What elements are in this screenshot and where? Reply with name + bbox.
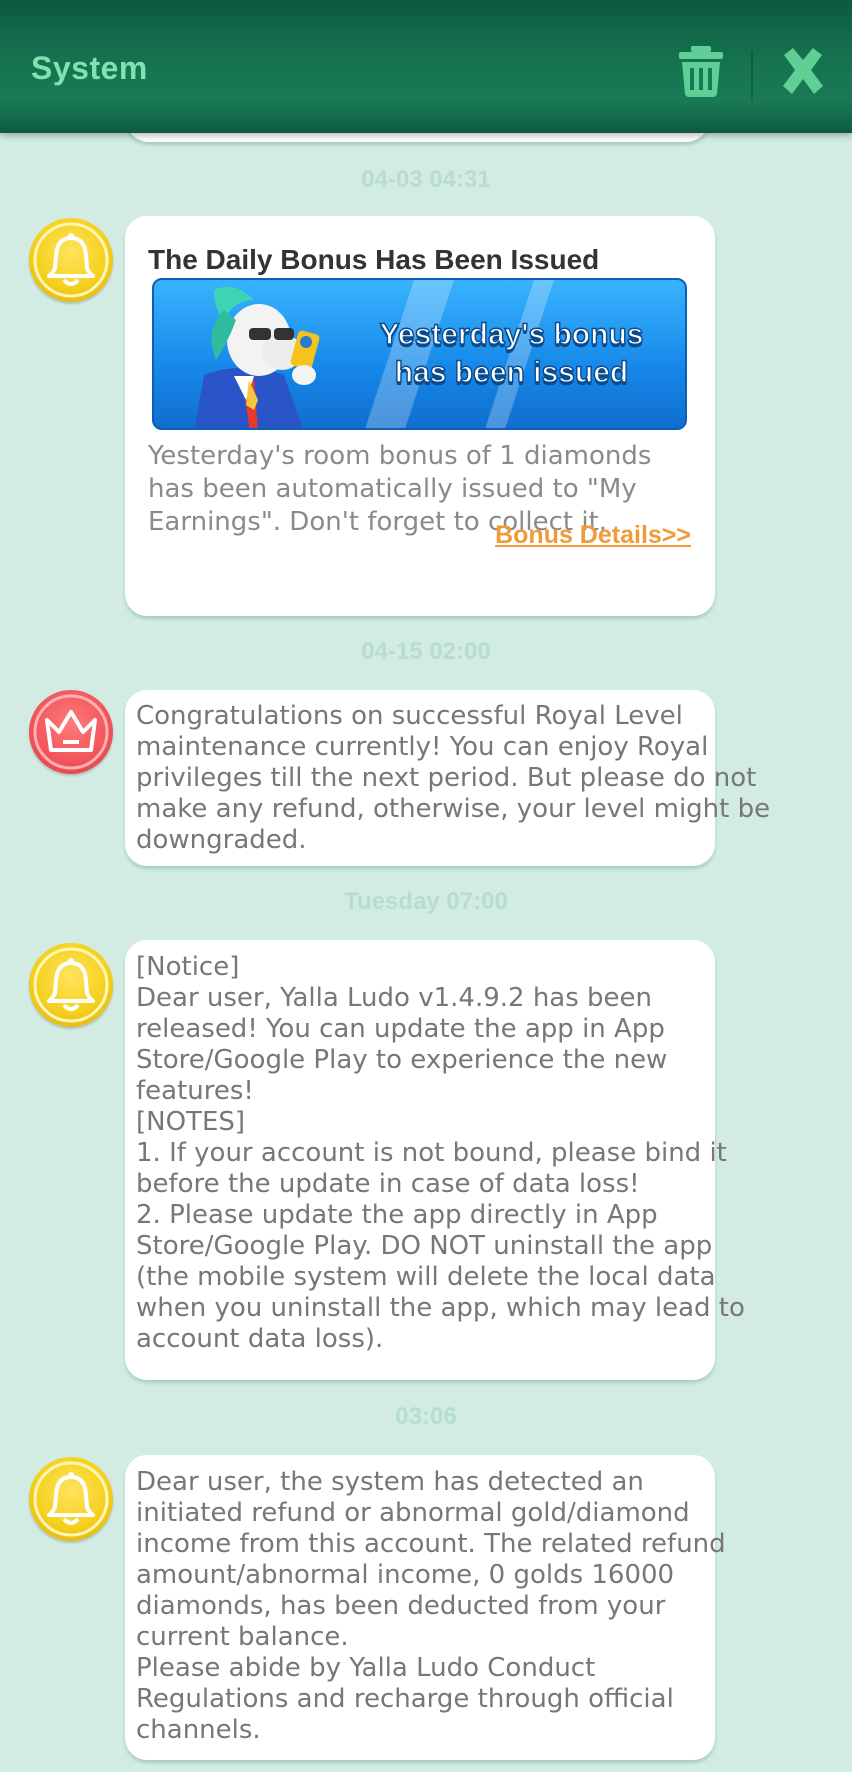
bell-icon[interactable]: [29, 218, 113, 302]
header-divider: [751, 50, 753, 102]
message-card-daily-bonus: The Daily Bonus Has Been Issued Yesterda…: [125, 216, 715, 616]
message-card-update-notice: [Notice] Dear user, Yalla Ludo v1.4.9.2 …: [125, 940, 745, 1380]
message-card-royal-level: Congratulations on successful Royal Leve…: [125, 690, 770, 866]
page-title: System: [31, 50, 148, 86]
close-icon[interactable]: [778, 46, 828, 96]
message-timestamp: Tuesday 07:00: [344, 888, 508, 915]
bonus-banner-image: Yesterday's bonus has been issued: [152, 278, 687, 430]
bell-icon[interactable]: [29, 1457, 113, 1541]
trash-icon[interactable]: [676, 44, 726, 98]
message-body: [Notice] Dear user, Yalla Ludo v1.4.9.2 …: [136, 952, 745, 1354]
message-body: Dear user, the system has detected an in…: [136, 1467, 726, 1745]
bell-icon[interactable]: [29, 943, 113, 1027]
bonus-details-link[interactable]: Bonus Details>>: [495, 521, 691, 550]
app-header: System: [0, 0, 852, 133]
message-card-refund-notice: Dear user, the system has detected an in…: [125, 1455, 726, 1760]
message-timestamp: 04-03 04:31: [361, 166, 491, 193]
message-timestamp: 04-15 02:00: [361, 638, 491, 665]
crown-icon[interactable]: [29, 690, 113, 774]
message-timestamp: 03:06: [395, 1403, 457, 1430]
message-body: Congratulations on successful Royal Leve…: [136, 701, 771, 855]
banner-caption: Yesterday's bonus has been issued: [379, 317, 644, 389]
message-title: The Daily Bonus Has Been Issued: [148, 244, 600, 275]
